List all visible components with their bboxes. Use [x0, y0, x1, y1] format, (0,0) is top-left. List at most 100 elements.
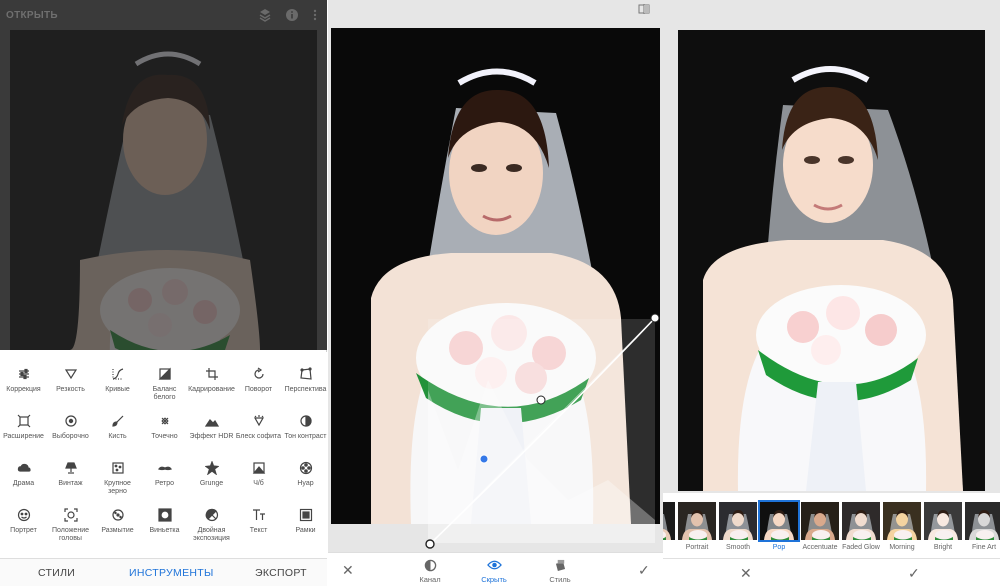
tool-23[interactable]: Положение головы	[47, 504, 94, 552]
tool-label: Расширение	[3, 433, 44, 440]
tool-label: Кадрирование	[188, 386, 235, 393]
photo-preview[interactable]	[10, 30, 317, 350]
compare-icon[interactable]	[638, 3, 650, 15]
tool-label: Кривые	[105, 386, 130, 393]
filter-thumb-1[interactable]	[663, 502, 675, 554]
filter-thumb-7[interactable]: Morning	[883, 502, 921, 554]
channel-icon	[410, 559, 450, 573]
text-icon	[235, 508, 282, 526]
open-button[interactable]: ОТКРЫТЬ	[6, 10, 58, 21]
tool-label: Кисть	[108, 433, 127, 440]
tool-label: Крупное зерно	[104, 480, 131, 495]
tool-6[interactable]: Поворот	[235, 363, 282, 411]
photo-canvas[interactable]	[331, 28, 660, 524]
black-white-icon	[235, 461, 282, 479]
tool-label: Нуар	[297, 480, 314, 487]
filter-preview-image	[965, 502, 1000, 540]
tool-14[interactable]: Тон контраст	[282, 410, 329, 458]
apply-check-icon[interactable]: ✓	[908, 566, 920, 580]
filter-thumb-3[interactable]: Smooth	[719, 502, 757, 554]
tool-26[interactable]: Двойная экспозиция	[188, 504, 235, 552]
tool-27[interactable]: Текст	[235, 504, 282, 552]
cancel-icon[interactable]: ✕	[342, 563, 354, 577]
vignette-icon	[141, 508, 188, 526]
tool-22[interactable]: Портрет	[0, 504, 47, 552]
tool-24[interactable]: Размытие	[94, 504, 141, 552]
apply-check-icon[interactable]: ✓	[638, 563, 650, 577]
target-icon	[47, 414, 94, 432]
tool-19[interactable]: Grunge	[188, 457, 235, 505]
filter-thumb-4[interactable]: Pop	[758, 500, 800, 554]
tool-8[interactable]: Расширение	[0, 410, 47, 458]
tool-15[interactable]: Драма	[0, 457, 47, 505]
tool-25[interactable]: Виньетка	[141, 504, 188, 552]
filter-preview-image	[883, 502, 921, 540]
bride-photo	[331, 28, 660, 524]
tool-11[interactable]: Точечно	[141, 410, 188, 458]
filter-label: Smooth	[725, 544, 751, 551]
tool-label: Перспектива	[284, 386, 327, 393]
filter-thumb-6[interactable]: Faded Glow	[842, 502, 880, 554]
tool-5[interactable]: Кадрирование	[188, 363, 235, 411]
tool-16[interactable]: Винтаж	[47, 457, 94, 505]
curves-icon	[94, 367, 141, 385]
grain-icon	[94, 461, 141, 479]
tool-label: Положение головы	[52, 527, 89, 542]
tool-10[interactable]: Кисть	[94, 410, 141, 458]
tool-28[interactable]: Рамки	[282, 504, 329, 552]
frame-icon	[282, 508, 329, 526]
styles-screen: Portrait Smooth Pop Accentuate Faded Glow Mor…	[663, 0, 1000, 586]
tool-1[interactable]: Коррекция	[0, 363, 47, 411]
tool-20[interactable]: Ч/б	[235, 457, 282, 505]
glamour-icon	[235, 414, 282, 432]
mustache-icon	[141, 461, 188, 479]
tool-17[interactable]: Крупное зерно	[94, 457, 141, 505]
filter-thumb-5[interactable]: Accentuate	[801, 502, 839, 554]
filter-label: Accentuate	[802, 544, 838, 551]
tool-9[interactable]: Выборочно	[47, 410, 94, 458]
tab-tools[interactable]: ИНСТРУМЕНТЫ	[129, 567, 214, 579]
tool-21[interactable]: Нуар	[282, 457, 329, 505]
tool-12[interactable]: Эффект HDR	[188, 410, 235, 458]
tool-label: Винтаж	[58, 480, 83, 487]
tool-label: Ретро	[154, 480, 174, 487]
dimmed-preview-area: ОТКРЫТЬ	[0, 0, 327, 350]
styles-toolbar: ✕ ✓	[663, 558, 1000, 586]
tool-7[interactable]: Перспектива	[282, 363, 329, 411]
tool-4[interactable]: Баланс белого	[141, 363, 188, 411]
tool-label: Эффект HDR	[189, 433, 234, 440]
healing-icon	[141, 414, 188, 432]
lens-blur-icon	[94, 508, 141, 526]
info-icon[interactable]	[285, 8, 299, 22]
cancel-icon[interactable]: ✕	[740, 566, 752, 580]
tool-2[interactable]: Резкость	[47, 363, 94, 411]
tab-export[interactable]: ЭКСПОРТ	[255, 567, 307, 579]
tab-styles[interactable]: СТИЛИ	[38, 567, 75, 579]
filter-thumb-9[interactable]: Fine Art	[965, 502, 1000, 554]
tool-3[interactable]: Кривые	[94, 363, 141, 411]
app-header: ОТКРЫТЬ	[0, 0, 327, 30]
face-frame-icon	[47, 508, 94, 526]
sliders-icon	[0, 367, 47, 385]
preview-area	[663, 0, 1000, 493]
style-button[interactable]: Стиль	[540, 559, 580, 584]
tool-13[interactable]: Блеск софита	[235, 410, 282, 458]
more-vert-icon[interactable]	[308, 8, 322, 22]
channel-button[interactable]: Канал	[410, 559, 450, 584]
filter-label: Morning	[889, 544, 915, 551]
bride-photo	[678, 30, 985, 491]
tool-label: Точечно	[151, 433, 178, 440]
photo-preview[interactable]	[678, 30, 985, 491]
film-reel-icon	[282, 461, 329, 479]
filter-thumb-8[interactable]: Bright	[924, 502, 962, 554]
filter-stack-icon[interactable]	[258, 8, 272, 22]
tool-label: Блеск софита	[235, 433, 282, 440]
filter-preview-image	[801, 502, 839, 540]
tool-label: Коррекция	[6, 386, 41, 393]
portrait-icon	[0, 508, 47, 526]
tool-18[interactable]: Ретро	[141, 457, 188, 505]
crop-icon	[188, 367, 235, 385]
filter-label: Faded Glow	[842, 544, 880, 551]
hide-button[interactable]: Скрыть	[474, 559, 514, 584]
filter-thumb-2[interactable]: Portrait	[678, 502, 716, 554]
